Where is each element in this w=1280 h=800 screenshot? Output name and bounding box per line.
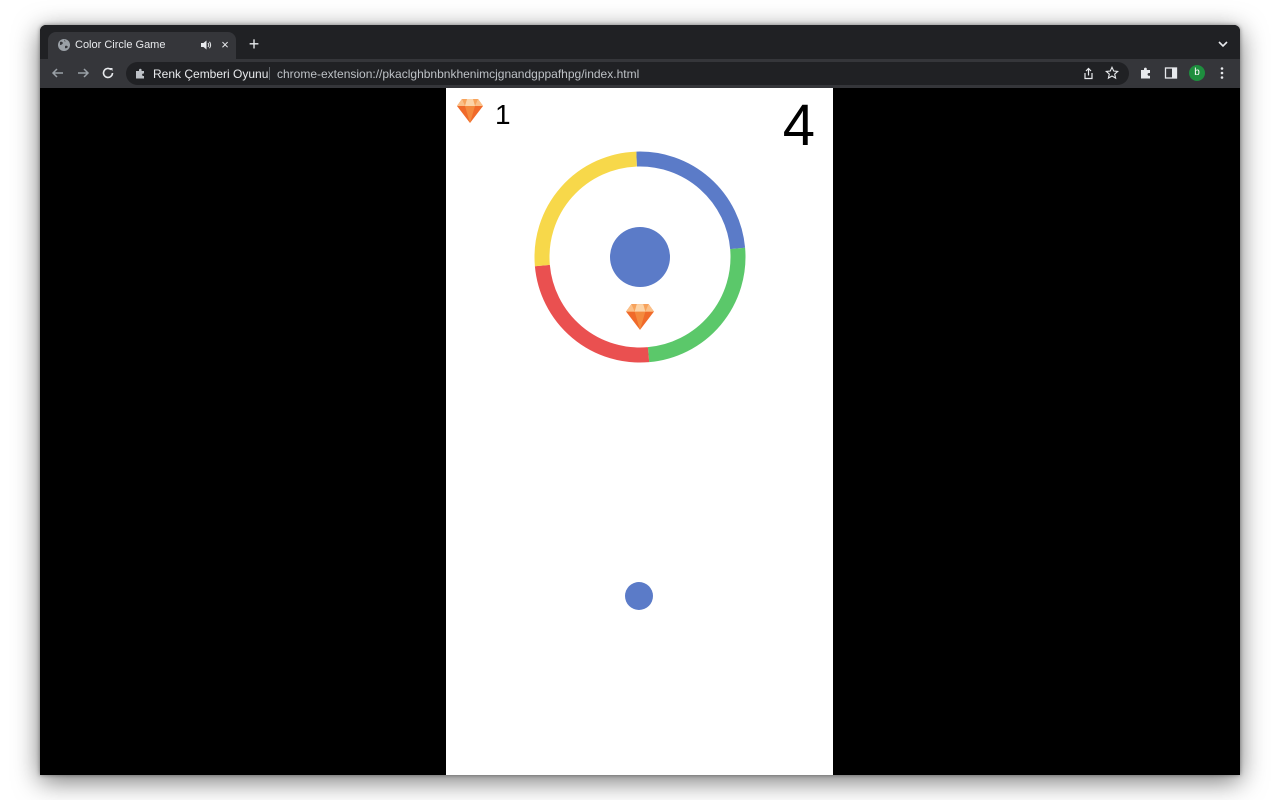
speaker-icon[interactable] — [200, 39, 212, 51]
tab-title: Color Circle Game — [75, 39, 166, 51]
forward-arrow-icon[interactable] — [75, 65, 91, 81]
player-ball — [625, 582, 653, 610]
kebab-menu-icon[interactable] — [1215, 66, 1229, 80]
extensions-icon[interactable] — [1139, 66, 1153, 80]
star-icon[interactable] — [1105, 66, 1119, 80]
globe-icon — [58, 39, 70, 51]
color-ring-obstacle — [534, 151, 746, 363]
share-icon[interactable] — [1082, 67, 1095, 80]
new-tab-button[interactable]: + — [245, 35, 263, 53]
score: 4 — [782, 93, 815, 158]
gem-count: 1 — [495, 99, 511, 130]
diamond-icon — [457, 99, 483, 123]
center-ball — [610, 227, 670, 287]
diamond-icon — [626, 304, 654, 330]
url-text[interactable]: chrome-extension://pkaclghbnbnkhenimcjgn… — [277, 67, 639, 81]
browser-toolbar: Renk Çemberi Oyunu chrome-extension://pk… — [40, 59, 1240, 88]
puzzle-piece-icon[interactable] — [134, 67, 147, 80]
omnibox-separator — [269, 67, 270, 80]
site-name: Renk Çemberi Oyunu — [153, 67, 269, 81]
tab-color-circle-game[interactable]: Color Circle Game × — [48, 32, 236, 59]
reload-icon[interactable] — [100, 65, 116, 81]
chevron-down-icon[interactable] — [1216, 37, 1230, 51]
profile-avatar[interactable]: b — [1189, 65, 1205, 81]
browser-window: Color Circle Game × + Renk Çemberi Oyunu… — [40, 25, 1240, 775]
game-canvas[interactable]: 1 4 — [446, 88, 833, 775]
close-tab-icon[interactable]: × — [218, 38, 232, 52]
tab-strip: Color Circle Game × + — [40, 25, 1240, 59]
desktop: Color Circle Game × + Renk Çemberi Oyunu… — [0, 0, 1280, 800]
back-arrow-icon[interactable] — [50, 65, 66, 81]
address-bar[interactable]: Renk Çemberi Oyunu chrome-extension://pk… — [126, 62, 1129, 85]
page-content: 1 4 — [40, 88, 1240, 775]
side-panel-icon[interactable] — [1164, 66, 1178, 80]
